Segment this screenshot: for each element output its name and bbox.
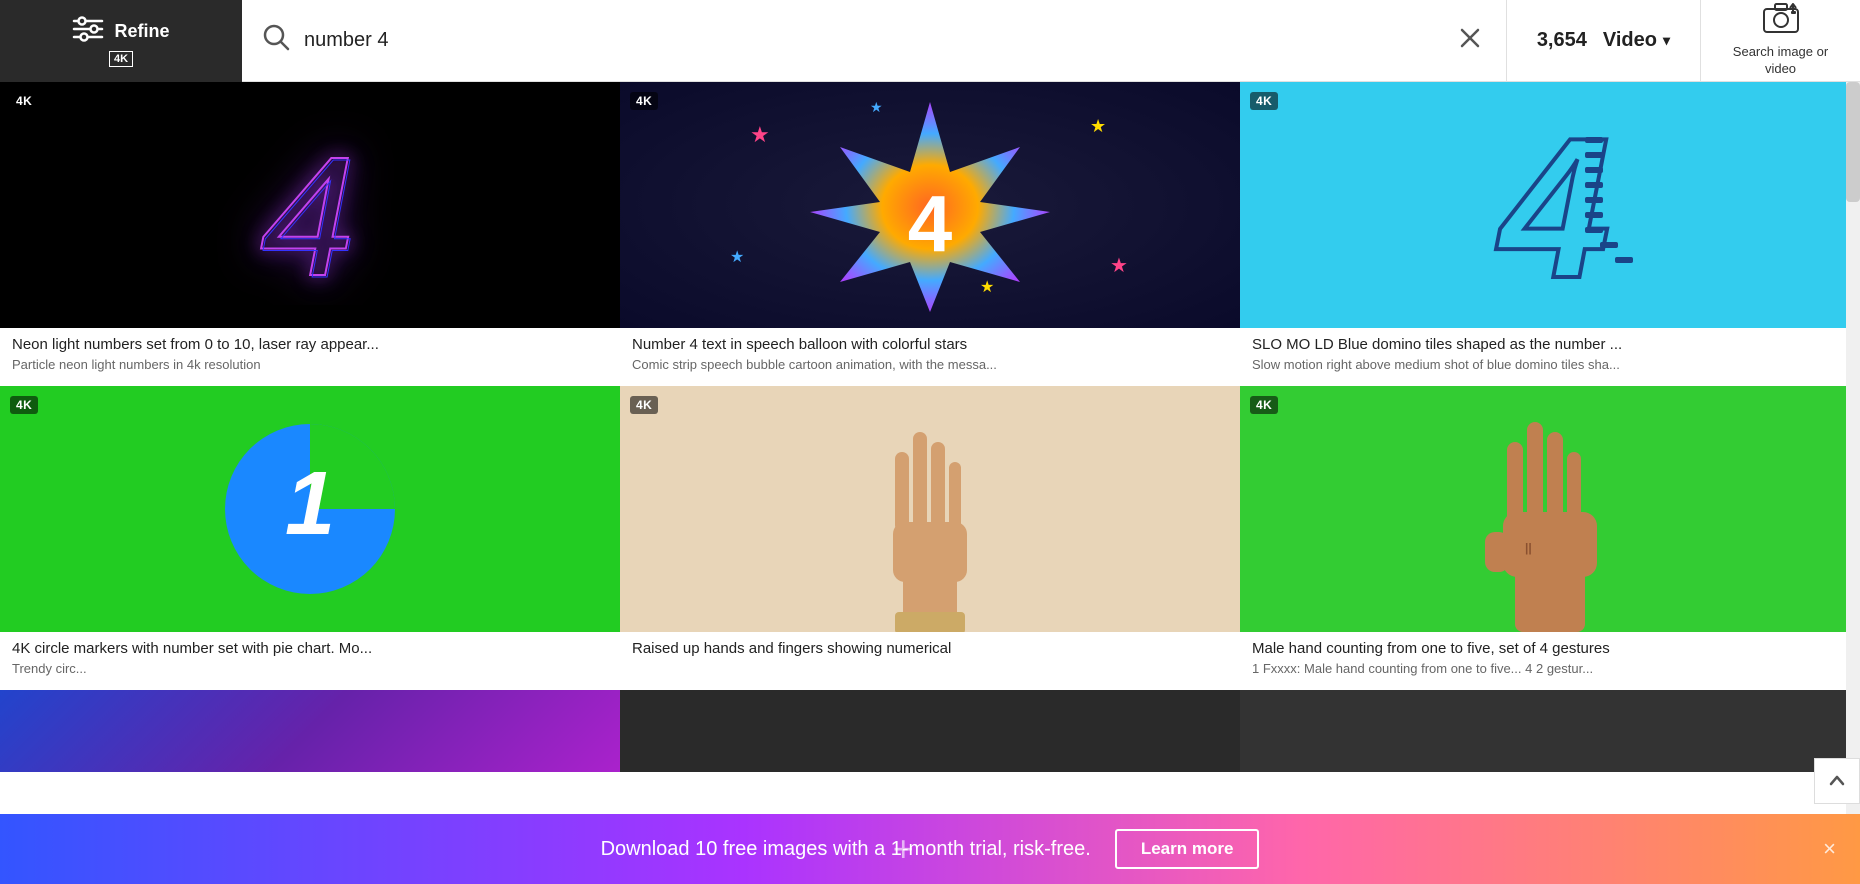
- refine-label: Refine: [114, 21, 169, 42]
- video-filter-dropdown[interactable]: Video ▾: [1603, 29, 1670, 52]
- scrollbar-thumb[interactable]: [1846, 82, 1860, 202]
- search-input[interactable]: [304, 29, 1454, 52]
- svg-text:1: 1: [285, 454, 335, 554]
- card-subtitle: Slow motion right above medium shot of b…: [1252, 357, 1848, 372]
- refine-button[interactable]: Refine 4K: [0, 0, 242, 82]
- hand-right-svg: ||: [1475, 402, 1625, 632]
- filter-label: Video: [1603, 29, 1657, 52]
- list-item[interactable]: [620, 690, 1240, 772]
- results-grid: 4 4 4K Neon light numbers set from 0 to …: [0, 82, 1860, 690]
- badge-4k: 4K: [630, 396, 658, 414]
- svg-text:★: ★: [730, 249, 744, 266]
- camera-icon: [1763, 3, 1799, 40]
- svg-text:★: ★: [1110, 255, 1128, 277]
- list-item[interactable]: [1240, 690, 1860, 772]
- table-row[interactable]: ★ ★ ★ ★ ★ ★: [620, 82, 1240, 386]
- card-title: Neon light numbers set from 0 to 10, las…: [12, 336, 608, 353]
- search-image-button[interactable]: Search image or video: [1700, 0, 1860, 82]
- badge-4k: 4K: [10, 396, 38, 414]
- badge-4k: 4K: [10, 92, 38, 110]
- refine-4k-badge: 4K: [109, 51, 133, 67]
- table-row[interactable]: || 4K Male hand counting from one to fiv…: [1240, 386, 1860, 690]
- search-icon: [262, 23, 290, 58]
- chevron-down-icon: ▾: [1663, 32, 1670, 49]
- svg-text:4: 4: [262, 124, 357, 305]
- card-title: Male hand counting from one to five, set…: [1252, 640, 1848, 657]
- hand-svg: [865, 402, 995, 632]
- card-title: 4K circle markers with number set with p…: [12, 640, 608, 657]
- table-row[interactable]: 4K Raised up hands and fingers showing n…: [620, 386, 1240, 690]
- search-area: [242, 0, 1507, 81]
- card-subtitle: Trendy circ...: [12, 661, 608, 676]
- card-title: Raised up hands and fingers showing nume…: [632, 640, 1228, 657]
- results-count: 3,654: [1537, 29, 1587, 52]
- svg-text:★: ★: [980, 279, 994, 296]
- svg-text:||: ||: [1525, 541, 1532, 555]
- svg-text:★: ★: [1090, 116, 1106, 136]
- table-row[interactable]: 4 4K SLO MO LD Blue domino tiles shaped …: [1240, 82, 1860, 386]
- promo-text: Download 10 free images with a 1-month t…: [601, 838, 1091, 861]
- scroll-up-button[interactable]: [1814, 758, 1860, 804]
- table-row[interactable]: 1 4K 4K circle markers with number set w…: [0, 386, 620, 690]
- svg-text:★: ★: [750, 122, 770, 147]
- card-subtitle: Comic strip speech bubble cartoon animat…: [632, 357, 1228, 372]
- results-area: 3,654 Video ▾: [1507, 29, 1700, 52]
- promo-close-button[interactable]: ×: [1823, 836, 1836, 862]
- clear-button[interactable]: [1454, 22, 1486, 60]
- badge-4k: 4K: [630, 92, 658, 110]
- svg-text:4: 4: [908, 179, 953, 268]
- table-row[interactable]: 4 4 4K Neon light numbers set from 0 to …: [0, 82, 620, 386]
- card-title: SLO MO LD Blue domino tiles shaped as th…: [1252, 336, 1848, 353]
- header: Refine 4K 3,654 Video ▾: [0, 0, 1860, 82]
- promo-plus-icon: +: [893, 828, 914, 870]
- content-area: 4 4 4K Neon light numbers set from 0 to …: [0, 82, 1860, 772]
- badge-4k: 4K: [1250, 396, 1278, 414]
- card-title: Number 4 text in speech balloon with col…: [632, 336, 1228, 353]
- card-subtitle: Particle neon light numbers in 4k resolu…: [12, 357, 608, 372]
- sliders-icon: [72, 15, 104, 49]
- list-item[interactable]: [0, 690, 620, 772]
- bottom-partial-row: [0, 690, 1860, 772]
- badge-4k: 4K: [1250, 92, 1278, 110]
- svg-text:4: 4: [1495, 97, 1607, 320]
- promo-banner: + Download 10 free images with a 1-month…: [0, 814, 1860, 884]
- search-image-label: Search image or video: [1721, 44, 1840, 78]
- learn-more-button[interactable]: Learn more: [1115, 829, 1260, 869]
- svg-text:★: ★: [870, 99, 883, 115]
- card-subtitle: 1 Fxxxx: Male hand counting from one to …: [1252, 661, 1848, 676]
